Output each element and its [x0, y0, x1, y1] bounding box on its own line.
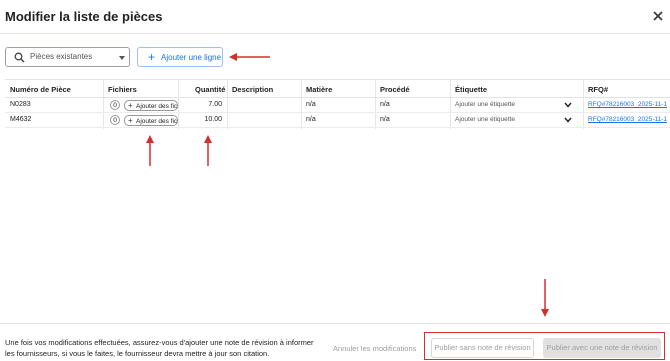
annotation-arrow-up: [204, 135, 212, 166]
rfq-link[interactable]: RFQ#78216003_2025-11-1: [588, 116, 667, 123]
plus-icon: +: [128, 101, 133, 110]
part-number-cell[interactable]: M4632: [10, 116, 31, 123]
add-line-label: Ajouter une ligne: [161, 53, 222, 62]
annotation-arrow-down: [541, 279, 549, 317]
file-count-badge: 0: [110, 115, 120, 125]
add-files-button[interactable]: + Ajouter des fic: [124, 100, 178, 111]
table-header: Numéro de Pièce Fichiers Quantité Descri…: [5, 79, 670, 98]
plus-icon: +: [128, 116, 133, 125]
part-number-cell[interactable]: N0283: [10, 101, 31, 108]
existing-parts-placeholder: Pièces existantes: [30, 52, 93, 61]
material-cell[interactable]: n/a: [306, 116, 316, 123]
file-count-badge: 0: [110, 100, 120, 110]
plus-icon: +: [148, 50, 156, 64]
table-row: M4632 0 + Ajouter des fic 10.00 n/a n/a …: [5, 113, 670, 128]
table-row: N0283 0 + Ajouter des fic 7.00 n/a n/a A…: [5, 98, 670, 113]
col-rfq: RFQ#: [588, 85, 609, 94]
col-files: Fichiers: [108, 85, 137, 94]
col-material: Matière: [306, 85, 333, 94]
add-files-label: Ajouter des fic: [136, 102, 178, 110]
existing-parts-select[interactable]: Pièces existantes: [5, 47, 130, 67]
revision-note-hint: Une fois vos modifications effectuées, a…: [5, 338, 314, 358]
add-files-label: Ajouter des fic: [136, 117, 178, 125]
publish-without-note-button[interactable]: Publier sans note de révision: [431, 338, 534, 358]
add-line-button[interactable]: + Ajouter une ligne: [137, 47, 223, 67]
annotation-arrow-left: [229, 53, 270, 61]
col-part-number: Numéro de Pièce: [10, 85, 71, 94]
dialog-header: Modifier la liste de pièces: [0, 0, 670, 34]
chevron-down-icon[interactable]: [564, 117, 572, 123]
dialog-footer: Une fois vos modifications effectuées, a…: [0, 323, 670, 361]
dialog-title: Modifier la liste de pièces: [5, 9, 163, 24]
cancel-changes-button[interactable]: Annuler les modifications: [333, 344, 416, 353]
close-icon[interactable]: [651, 9, 665, 23]
tag-select[interactable]: Ajouter une étiquette: [455, 116, 515, 123]
rfq-link[interactable]: RFQ#78216003_2025-11-1: [588, 101, 667, 108]
tag-select[interactable]: Ajouter une étiquette: [455, 101, 515, 108]
process-cell[interactable]: n/a: [380, 101, 390, 108]
col-tag: Étiquette: [455, 85, 488, 94]
quantity-cell[interactable]: 10.00: [182, 116, 222, 123]
col-process: Procédé: [380, 85, 410, 94]
col-description: Description: [232, 85, 274, 94]
process-cell[interactable]: n/a: [380, 116, 390, 123]
search-icon: [14, 52, 25, 63]
publish-with-note-button[interactable]: Publier avec une note de révision: [543, 338, 661, 358]
parts-table: Numéro de Pièce Fichiers Quantité Descri…: [5, 79, 670, 129]
quantity-cell[interactable]: 7.00: [182, 101, 222, 108]
chevron-down-icon[interactable]: [564, 102, 572, 108]
material-cell[interactable]: n/a: [306, 101, 316, 108]
chevron-down-icon: [119, 56, 125, 60]
col-quantity: Quantité: [195, 85, 226, 94]
annotation-arrow-up: [146, 135, 154, 166]
add-files-button[interactable]: + Ajouter des fic: [124, 115, 178, 126]
